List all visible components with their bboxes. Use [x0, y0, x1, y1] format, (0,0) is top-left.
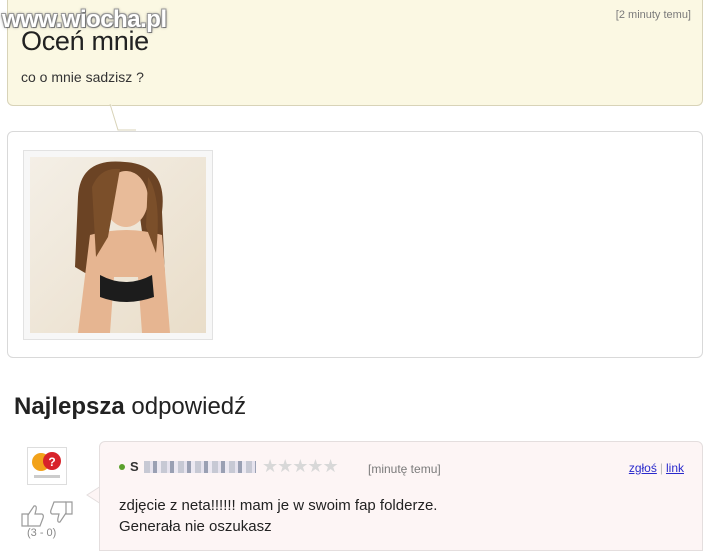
- question-timestamp: [2 minuty temu]: [615, 9, 691, 21]
- answer-text-line-2: Generała nie oszukasz: [119, 518, 272, 535]
- question-bubble-tail: [109, 104, 136, 131]
- report-link[interactable]: zgłoś: [629, 461, 657, 475]
- rating-stars[interactable]: ★★★★★: [262, 456, 339, 477]
- answer-author[interactable]: S: [130, 459, 139, 474]
- best-answer-heading: Najlepsza odpowiedź: [14, 393, 246, 421]
- thumb-up-icon[interactable]: [21, 505, 44, 527]
- thumb-down-icon[interactable]: [50, 501, 73, 523]
- author-name-blurred: [144, 461, 256, 473]
- photo-thumbnail[interactable]: [23, 150, 213, 340]
- svg-text:?: ?: [48, 455, 55, 469]
- action-separator: |: [659, 461, 663, 475]
- question-subtitle: co o mnie sadzisz ?: [21, 69, 144, 85]
- permalink-link[interactable]: link: [666, 461, 684, 475]
- photo-image: [30, 157, 206, 333]
- answer-text-line-1: zdjęcie z neta!!!!!! mam je w swoim fap …: [119, 497, 438, 514]
- watermark: www.wiocha.pl: [2, 6, 167, 33]
- answer-text: zdjęcie z neta!!!!!! mam je w swoim fap …: [119, 495, 437, 537]
- best-answer-heading-rest: odpowiedź: [131, 393, 247, 420]
- answer-box: S ★★★★★ [minutę temu] zgłoś | link zdjęcie…: [99, 441, 703, 551]
- image-panel: [7, 131, 703, 358]
- online-status-dot: [119, 464, 125, 470]
- answer-timestamp: [minutę temu]: [368, 462, 441, 476]
- vote-count: (3 - 0): [27, 527, 57, 539]
- avatar[interactable]: ?: [27, 447, 67, 485]
- best-answer-heading-bold: Najlepsza: [14, 393, 125, 420]
- avatar-logo-icon: ?: [32, 452, 61, 478]
- answer-actions: zgłoś | link: [629, 461, 684, 475]
